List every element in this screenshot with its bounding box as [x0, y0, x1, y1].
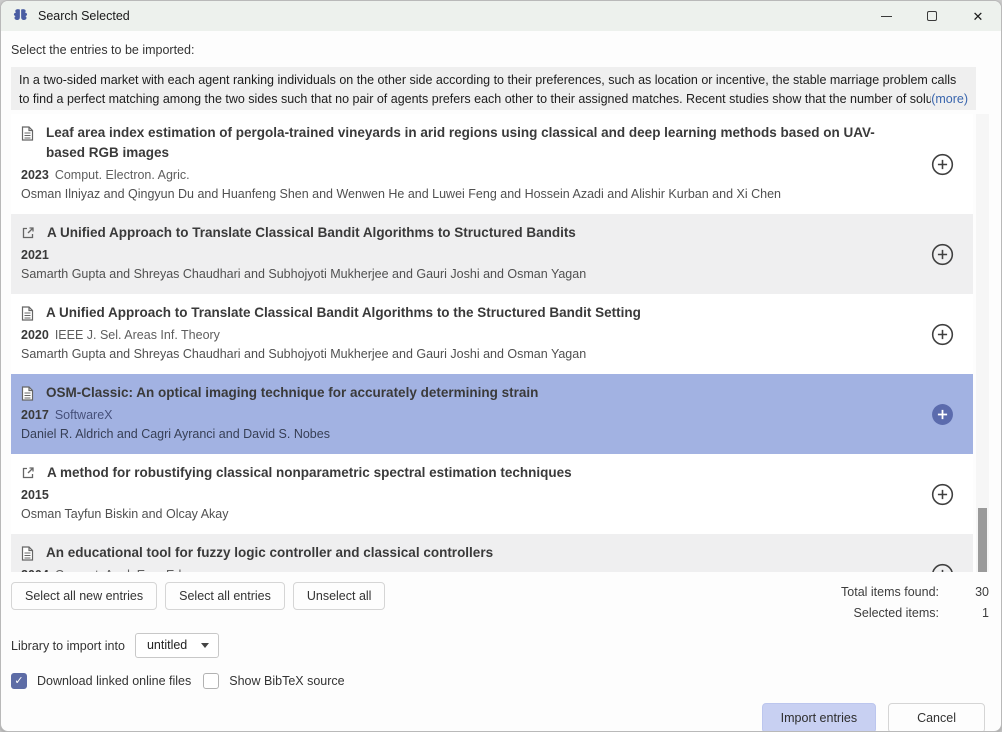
entry-year: 2021: [21, 248, 49, 262]
vertical-scrollbar[interactable]: [976, 114, 989, 572]
selected-items-label: Selected items:: [841, 606, 939, 620]
file-icon: [21, 306, 34, 321]
entry-title: Leaf area index estimation of pergola-tr…: [46, 123, 901, 163]
library-label: Library to import into: [11, 639, 125, 653]
entry-row[interactable]: A Unified Approach to Translate Classica…: [11, 214, 973, 294]
entry-year: 2015: [21, 488, 49, 502]
entry-row[interactable]: A method for robustifying classical nonp…: [11, 454, 973, 534]
total-items-value: 30: [943, 585, 991, 599]
minimize-icon: [881, 16, 892, 17]
entry-row[interactable]: OSM-Classic: An optical imaging techniqu…: [11, 374, 973, 454]
library-selected-value: untitled: [147, 638, 187, 652]
abstract-line2: to find a perfect matching among the two…: [19, 90, 931, 109]
library-row: Library to import into untitled: [11, 633, 991, 658]
show-bibtex-label: Show BibTeX source: [229, 674, 344, 688]
entry-title: A Unified Approach to Translate Classica…: [46, 303, 641, 323]
search-selected-dialog: Search Selected ✕ Select the entries to …: [0, 0, 1002, 732]
entry-year: 2020: [21, 328, 49, 342]
import-entries-button[interactable]: Import entries: [762, 703, 876, 732]
entry-authors: Osman Tayfun Biskin and Olcay Akay: [21, 505, 901, 523]
entry-year: 2004: [21, 568, 49, 572]
close-button[interactable]: ✕: [955, 1, 1001, 31]
entry-year: 2023: [21, 168, 49, 182]
select-all-new-entries-button[interactable]: Select all new entries: [11, 582, 157, 610]
entry-journal: SoftwareX: [55, 408, 113, 422]
plus-circle-icon[interactable]: [929, 481, 955, 507]
entry-year: 2017: [21, 408, 49, 422]
window-title: Search Selected: [38, 9, 130, 23]
more-link[interactable]: (more): [931, 90, 968, 109]
file-icon: [21, 386, 34, 401]
entry-journal: Comput. Appl. Eng. Educ.: [55, 568, 198, 572]
window-controls: ✕: [863, 1, 1001, 31]
entry-authors: Daniel R. Aldrich and Cagri Ayranci and …: [21, 425, 901, 443]
jabref-logo-icon: [11, 7, 30, 26]
entry-rows: Leaf area index estimation of pergola-tr…: [11, 114, 973, 572]
close-icon: ✕: [973, 10, 984, 23]
minimize-button[interactable]: [863, 1, 909, 31]
selection-toolbar: Select all new entries Select all entrie…: [11, 582, 991, 620]
plus-circle-icon[interactable]: [929, 241, 955, 267]
external-link-icon: [21, 466, 35, 480]
file-icon: [21, 546, 34, 561]
file-icon: [21, 126, 34, 141]
scrollbar-thumb[interactable]: [978, 508, 987, 572]
abstract-line1: In a two-sided market with each agent ra…: [19, 71, 968, 90]
abstract-preview: In a two-sided market with each agent ra…: [11, 67, 976, 110]
entry-row[interactable]: A Unified Approach to Translate Classica…: [11, 294, 973, 374]
maximize-button[interactable]: [909, 1, 955, 31]
options-row: ✓ Download linked online files Show BibT…: [11, 673, 991, 689]
check-icon: ✓: [14, 676, 23, 687]
select-all-entries-button[interactable]: Select all entries: [165, 582, 285, 610]
entry-title: A method for robustifying classical nonp…: [47, 463, 572, 483]
dialog-buttons: Import entries Cancel: [762, 703, 985, 732]
cancel-button[interactable]: Cancel: [888, 703, 985, 732]
instruction-label: Select the entries to be imported:: [11, 43, 991, 57]
selected-items-value: 1: [943, 606, 991, 620]
titlebar: Search Selected ✕: [1, 1, 1001, 31]
result-totals: Total items found: 30 Selected items: 1: [841, 582, 991, 620]
library-select[interactable]: untitled: [135, 633, 219, 658]
maximize-icon: [927, 11, 937, 21]
chevron-down-icon: [201, 643, 209, 648]
entry-title: A Unified Approach to Translate Classica…: [47, 223, 576, 243]
entry-journal: Comput. Electron. Agric.: [55, 168, 190, 182]
dialog-content: Select the entries to be imported: In a …: [1, 43, 1001, 732]
show-bibtex-checkbox[interactable]: [203, 673, 219, 689]
entry-title: An educational tool for fuzzy logic cont…: [46, 543, 493, 563]
download-files-checkbox[interactable]: ✓: [11, 673, 27, 689]
plus-circle-filled-icon[interactable]: [929, 401, 955, 427]
plus-circle-icon[interactable]: [929, 561, 955, 572]
entry-authors: Samarth Gupta and Shreyas Chaudhari and …: [21, 265, 901, 283]
total-items-label: Total items found:: [841, 585, 939, 599]
entry-authors: Osman Ilniyaz and Qingyun Du and Huanfen…: [21, 185, 901, 203]
entry-journal: IEEE J. Sel. Areas Inf. Theory: [55, 328, 220, 342]
plus-circle-icon[interactable]: [929, 321, 955, 347]
entry-row[interactable]: An educational tool for fuzzy logic cont…: [11, 534, 973, 572]
entry-list: Leaf area index estimation of pergola-tr…: [11, 114, 991, 572]
download-files-label: Download linked online files: [37, 674, 191, 688]
plus-circle-icon[interactable]: [929, 151, 955, 177]
external-link-icon: [21, 226, 35, 240]
entry-authors: Samarth Gupta and Shreyas Chaudhari and …: [21, 345, 901, 363]
entry-title: OSM-Classic: An optical imaging techniqu…: [46, 383, 538, 403]
entry-row[interactable]: Leaf area index estimation of pergola-tr…: [11, 114, 973, 214]
unselect-all-button[interactable]: Unselect all: [293, 582, 386, 610]
